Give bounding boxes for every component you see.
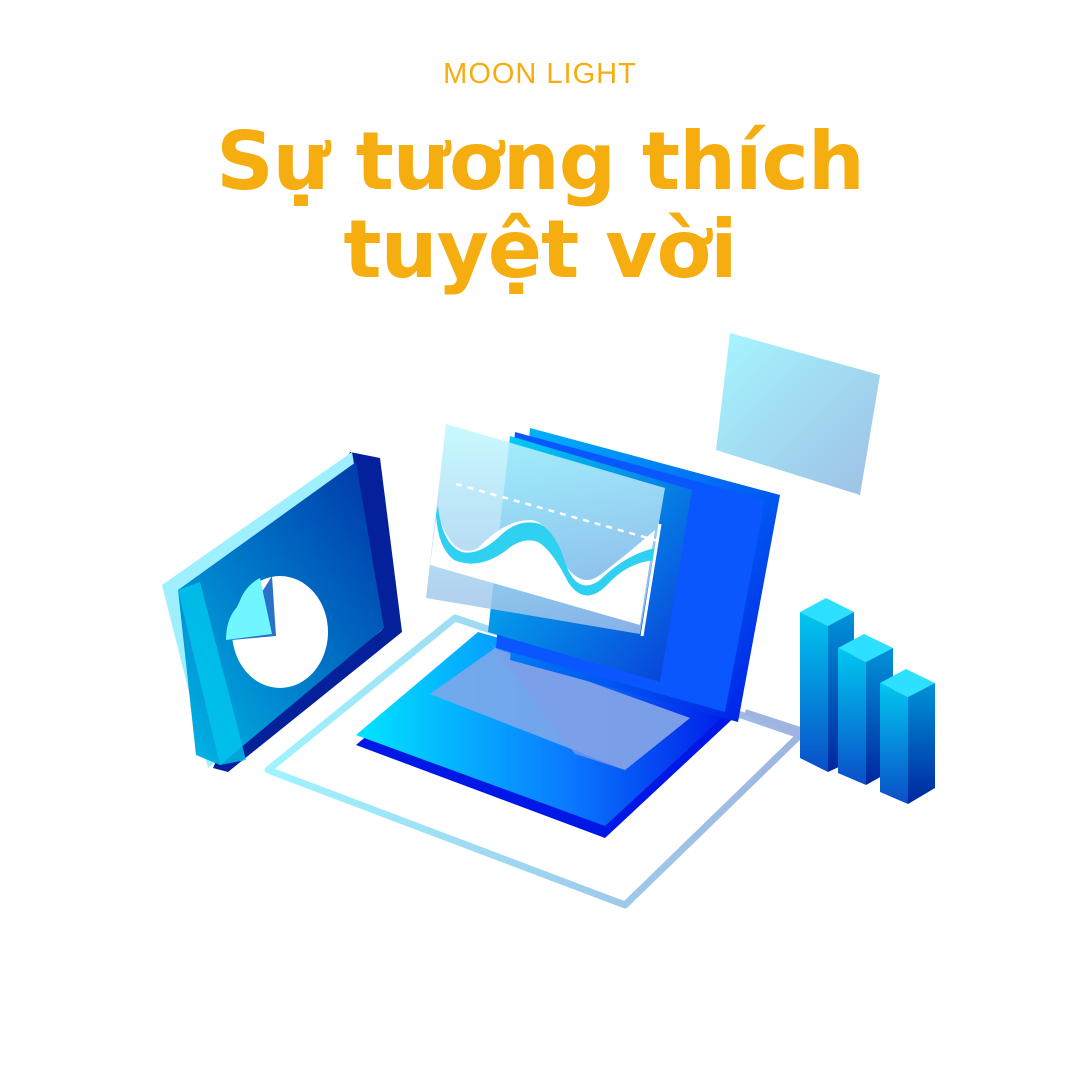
- bar-chart-icon: [800, 598, 935, 804]
- pie-chart-tablet-icon: [162, 452, 402, 772]
- title-line-1: Sự tương thích: [216, 115, 865, 208]
- floating-card-icon: [716, 333, 880, 495]
- brand-label: MOON LIGHT: [443, 58, 637, 90]
- isometric-illustration: [162, 333, 935, 909]
- page-title: Sự tương thích tuyệt vời: [0, 118, 1080, 294]
- title-line-2: tuyệt vời: [343, 203, 737, 296]
